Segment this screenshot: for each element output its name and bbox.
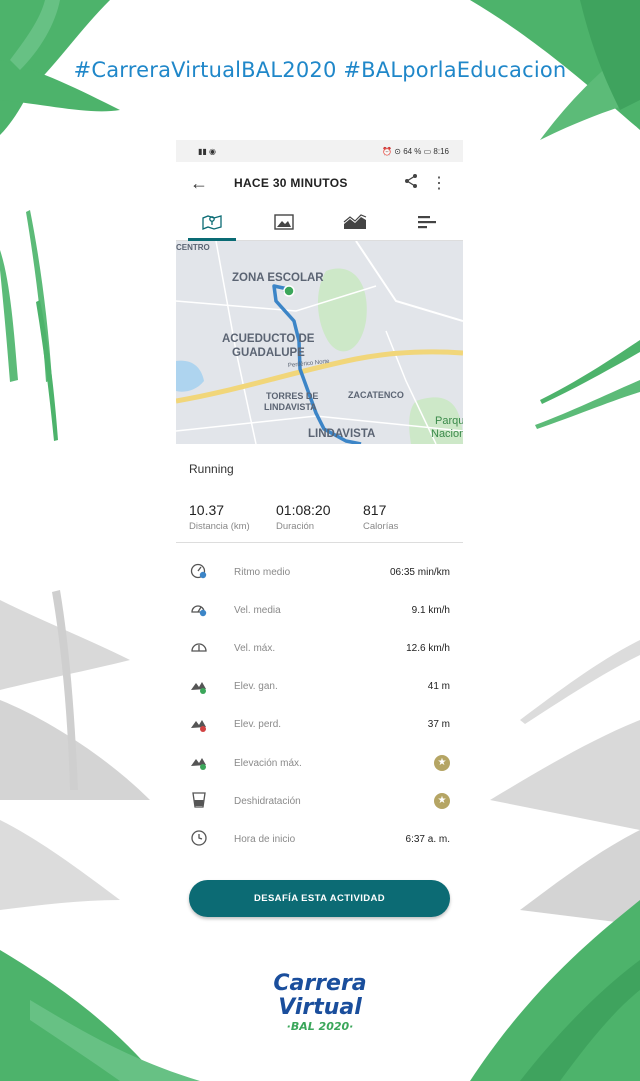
stat-value: 10.37 — [189, 502, 225, 518]
clock-icon — [190, 829, 234, 849]
map-label-parque: Parqu — [435, 415, 463, 427]
stat-label: Distancia (km) — [189, 521, 250, 532]
carrera-virtual-logo: Carrera Virtual ·BAL 2020· — [262, 972, 378, 1042]
tab-map[interactable] — [176, 204, 248, 241]
metric-label: Ritmo medio — [234, 566, 291, 578]
metric-value: 12.6 km/h — [406, 642, 450, 654]
metric-label: Deshidratación — [234, 795, 301, 807]
phone-screenshot: ▮▮ ◉ ⏰ ⊙ 64 % ▭ 8:16 ← HACE 30 MINUTOS ⋮ — [176, 140, 463, 930]
arrow-left-icon[interactable]: ← — [190, 173, 220, 194]
list-item: Elev. gan. 41 m — [176, 668, 463, 706]
metric-value: ★ — [434, 755, 450, 772]
stat-value: 01:08:20 — [276, 502, 331, 518]
metric-label: Elev. gan. — [234, 681, 278, 693]
page-title: HACE 30 MINUTOS — [234, 176, 348, 190]
list-item: Ritmo medio 06:35 min/km — [176, 553, 463, 591]
logo-line-1: Carrera — [273, 971, 367, 996]
summary-stats: 10.37 Distancia (km) 01:08:20 Duración 8… — [176, 488, 463, 543]
elevation-loss-icon — [190, 715, 234, 735]
status-text: ⏰ ⊙ 64 % ▭ 8:16 — [382, 146, 449, 156]
more-vert-icon[interactable]: ⋮ — [425, 173, 453, 193]
map-label-lindavista-small: LINDAVISTA — [264, 402, 317, 412]
list-item: Elev. perd. 37 m — [176, 706, 463, 744]
stat-calories: 817 Calorías — [363, 502, 450, 542]
challenge-activity-button[interactable]: DESAFÍA ESTA ACTIVIDAD — [189, 880, 450, 917]
list-item: Elevación máx. ★ — [176, 744, 463, 782]
stat-distance: 10.37 Distancia (km) — [189, 502, 276, 542]
metric-value: 06:35 min/km — [389, 566, 450, 578]
premium-star-icon[interactable]: ★ — [434, 793, 450, 810]
map-label-zona-escolar: ZONA ESCOLAR — [232, 272, 324, 284]
app-bar: ← HACE 30 MINUTOS ⋮ — [176, 162, 463, 204]
metric-value: 6:37 a. m. — [405, 833, 450, 845]
speed-avg-icon — [190, 600, 234, 620]
tab-photos[interactable] — [248, 204, 320, 240]
route-map[interactable]: CENTRO ZONA ESCOLAR ACUEDUCTO DE GUADALU… — [176, 241, 463, 444]
tab-bar — [176, 204, 463, 241]
map-label-acueducto: ACUEDUCTO DE — [222, 333, 315, 345]
map-label-guadalupe: GUADALUPE — [232, 347, 305, 359]
premium-star-icon[interactable]: ★ — [434, 755, 450, 772]
logo-line-3: ·BAL 2020· — [286, 1020, 354, 1033]
map-icon — [202, 215, 222, 230]
stat-duration: 01:08:20 Duración — [276, 502, 363, 542]
list-item: Deshidratación ★ — [176, 782, 463, 820]
stat-value: 817 — [363, 502, 387, 518]
stat-label: Calorías — [363, 521, 399, 532]
status-bar: ▮▮ ◉ ⏰ ⊙ 64 % ▭ 8:16 — [176, 140, 463, 162]
chart-icon — [343, 214, 367, 229]
list-item: Vel. máx. 12.6 km/h — [176, 629, 463, 667]
map-label-lindavista: LINDAVISTA — [308, 428, 376, 440]
map-label-centro: CENTRO — [176, 243, 210, 252]
share-icon[interactable] — [397, 173, 425, 194]
map-label-zacatenco: ZACATENCO — [348, 390, 404, 400]
sport-type: Running — [189, 462, 234, 476]
metric-label: Elev. perd. — [234, 719, 282, 731]
map-label-nacion: Nacion — [431, 428, 463, 440]
logo-line-2: Virtual — [278, 995, 362, 1020]
pace-icon — [190, 562, 234, 582]
stat-label: Duración — [276, 521, 315, 532]
tab-splits[interactable] — [391, 204, 463, 240]
metric-value: 37 m — [427, 719, 450, 731]
elevation-gain-icon — [190, 677, 234, 697]
list-item: Hora de inicio 6:37 a. m. — [176, 820, 463, 858]
hydration-icon — [190, 791, 234, 811]
metric-label: Vel. media — [234, 604, 281, 616]
metric-value: ★ — [434, 793, 450, 810]
speed-max-icon — [190, 638, 234, 658]
metric-value: 9.1 km/h — [411, 604, 450, 616]
signal-icon: ▮▮ ◉ — [198, 146, 217, 156]
metric-value: 41 m — [427, 681, 450, 693]
metrics-list: Ritmo medio 06:35 min/km Vel. media 9.1 … — [176, 543, 463, 859]
list-item: Vel. media 9.1 km/h — [176, 591, 463, 629]
map-label-torres: TORRES DE — [266, 391, 319, 401]
elevation-max-icon — [190, 753, 234, 773]
tab-charts[interactable] — [320, 204, 392, 240]
metric-label: Vel. máx. — [234, 642, 276, 654]
bars-icon — [418, 216, 437, 229]
metric-label: Elevación máx. — [234, 757, 302, 769]
metric-label: Hora de inicio — [234, 833, 296, 845]
image-icon — [273, 214, 294, 230]
status-right: ⏰ ⊙ 64 % ▭ 8:16 — [382, 147, 449, 156]
hashtag-banner: #CarreraVirtualBAL2020 #BALporlaEducacio… — [73, 58, 567, 82]
